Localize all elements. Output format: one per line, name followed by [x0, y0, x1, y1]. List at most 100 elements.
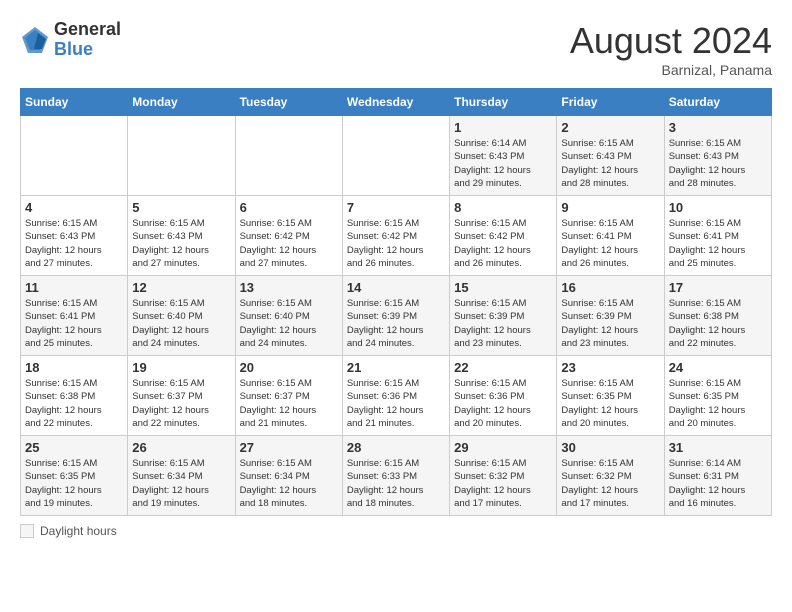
footer: Daylight hours: [20, 524, 772, 538]
day-info: Sunrise: 6:15 AM Sunset: 6:34 PM Dayligh…: [132, 457, 230, 510]
weekday-header: Wednesday: [342, 89, 449, 116]
calendar-cell: 30 Sunrise: 6:15 AM Sunset: 6:32 PM Dayli…: [557, 436, 664, 516]
calendar-week-row: 4 Sunrise: 6:15 AM Sunset: 6:43 PM Daylig…: [21, 196, 772, 276]
calendar-cell: 26 Sunrise: 6:15 AM Sunset: 6:34 PM Dayli…: [128, 436, 235, 516]
day-info: Sunrise: 6:15 AM Sunset: 6:38 PM Dayligh…: [25, 377, 123, 430]
day-info: Sunrise: 6:15 AM Sunset: 6:41 PM Dayligh…: [561, 217, 659, 270]
calendar-week-row: 1Sunrise: 6:14 AM Sunset: 6:43 PM Daylig…: [21, 116, 772, 196]
calendar-week-row: 18 Sunrise: 6:15 AM Sunset: 6:38 PM Dayli…: [21, 356, 772, 436]
calendar-cell: [21, 116, 128, 196]
calendar-cell: 8 Sunrise: 6:15 AM Sunset: 6:42 PM Daylig…: [450, 196, 557, 276]
month-title: August 2024: [570, 20, 772, 62]
day-info: Sunrise: 6:15 AM Sunset: 6:43 PM Dayligh…: [132, 217, 230, 270]
day-number: 12: [132, 280, 230, 295]
day-info: Sunrise: 6:15 AM Sunset: 6:39 PM Dayligh…: [347, 297, 445, 350]
day-info: Sunrise: 6:15 AM Sunset: 6:40 PM Dayligh…: [132, 297, 230, 350]
day-number: 24: [669, 360, 767, 375]
day-info: Sunrise: 6:15 AM Sunset: 6:41 PM Dayligh…: [669, 217, 767, 270]
logo-icon: [20, 25, 50, 55]
calendar-cell: 29 Sunrise: 6:15 AM Sunset: 6:32 PM Dayli…: [450, 436, 557, 516]
day-number: 15: [454, 280, 552, 295]
day-number: 23: [561, 360, 659, 375]
title-area: August 2024 Barnizal, Panama: [570, 20, 772, 78]
day-info: Sunrise: 6:15 AM Sunset: 6:42 PM Dayligh…: [240, 217, 338, 270]
day-number: 11: [25, 280, 123, 295]
day-number: 29: [454, 440, 552, 455]
weekday-header: Tuesday: [235, 89, 342, 116]
daylight-box: [20, 524, 34, 538]
day-number: 3: [669, 120, 767, 135]
day-number: 28: [347, 440, 445, 455]
day-number: 25: [25, 440, 123, 455]
day-number: 13: [240, 280, 338, 295]
day-number: 7: [347, 200, 445, 215]
calendar-cell: 6 Sunrise: 6:15 AM Sunset: 6:42 PM Daylig…: [235, 196, 342, 276]
logo: General Blue: [20, 20, 121, 60]
calendar-cell: 25Sunrise: 6:15 AM Sunset: 6:35 PM Dayli…: [21, 436, 128, 516]
day-info: Sunrise: 6:15 AM Sunset: 6:40 PM Dayligh…: [240, 297, 338, 350]
weekday-header-row: SundayMondayTuesdayWednesdayThursdayFrid…: [21, 89, 772, 116]
weekday-header: Sunday: [21, 89, 128, 116]
calendar-cell: [342, 116, 449, 196]
day-info: Sunrise: 6:15 AM Sunset: 6:43 PM Dayligh…: [561, 137, 659, 190]
day-info: Sunrise: 6:15 AM Sunset: 6:35 PM Dayligh…: [669, 377, 767, 430]
daylight-label: Daylight hours: [40, 524, 117, 538]
day-number: 5: [132, 200, 230, 215]
day-number: 9: [561, 200, 659, 215]
day-info: Sunrise: 6:15 AM Sunset: 6:36 PM Dayligh…: [347, 377, 445, 430]
day-info: Sunrise: 6:15 AM Sunset: 6:41 PM Dayligh…: [25, 297, 123, 350]
day-number: 18: [25, 360, 123, 375]
day-info: Sunrise: 6:15 AM Sunset: 6:36 PM Dayligh…: [454, 377, 552, 430]
day-info: Sunrise: 6:15 AM Sunset: 6:34 PM Dayligh…: [240, 457, 338, 510]
day-info: Sunrise: 6:15 AM Sunset: 6:32 PM Dayligh…: [454, 457, 552, 510]
weekday-header: Friday: [557, 89, 664, 116]
day-number: 22: [454, 360, 552, 375]
calendar-cell: 16Sunrise: 6:15 AM Sunset: 6:39 PM Dayli…: [557, 276, 664, 356]
logo-text: General Blue: [54, 20, 121, 60]
calendar-cell: 22 Sunrise: 6:15 AM Sunset: 6:36 PM Dayli…: [450, 356, 557, 436]
day-info: Sunrise: 6:15 AM Sunset: 6:35 PM Dayligh…: [561, 377, 659, 430]
day-info: Sunrise: 6:15 AM Sunset: 6:43 PM Dayligh…: [669, 137, 767, 190]
calendar-cell: 12 Sunrise: 6:15 AM Sunset: 6:40 PM Dayli…: [128, 276, 235, 356]
day-info: Sunrise: 6:15 AM Sunset: 6:39 PM Dayligh…: [561, 297, 659, 350]
calendar-cell: 7 Sunrise: 6:15 AM Sunset: 6:42 PM Daylig…: [342, 196, 449, 276]
calendar-cell: 24 Sunrise: 6:15 AM Sunset: 6:35 PM Dayli…: [664, 356, 771, 436]
day-info: Sunrise: 6:15 AM Sunset: 6:42 PM Dayligh…: [347, 217, 445, 270]
day-number: 20: [240, 360, 338, 375]
logo-blue: Blue: [54, 40, 121, 60]
calendar-cell: 21Sunrise: 6:15 AM Sunset: 6:36 PM Dayli…: [342, 356, 449, 436]
day-number: 10: [669, 200, 767, 215]
calendar-cell: 13 Sunrise: 6:15 AM Sunset: 6:40 PM Dayli…: [235, 276, 342, 356]
calendar-cell: 4Sunrise: 6:15 AM Sunset: 6:43 PM Daylig…: [21, 196, 128, 276]
day-number: 17: [669, 280, 767, 295]
calendar-cell: 18 Sunrise: 6:15 AM Sunset: 6:38 PM Dayli…: [21, 356, 128, 436]
calendar-cell: 23 Sunrise: 6:15 AM Sunset: 6:35 PM Dayli…: [557, 356, 664, 436]
day-number: 26: [132, 440, 230, 455]
day-number: 1: [454, 120, 552, 135]
calendar-cell: 28Sunrise: 6:15 AM Sunset: 6:33 PM Dayli…: [342, 436, 449, 516]
logo-general: General: [54, 20, 121, 40]
calendar-cell: 9 Sunrise: 6:15 AM Sunset: 6:41 PM Daylig…: [557, 196, 664, 276]
day-number: 30: [561, 440, 659, 455]
calendar-cell: [235, 116, 342, 196]
day-number: 2: [561, 120, 659, 135]
day-number: 6: [240, 200, 338, 215]
calendar-cell: 10 Sunrise: 6:15 AM Sunset: 6:41 PM Dayli…: [664, 196, 771, 276]
calendar-cell: 19Sunrise: 6:15 AM Sunset: 6:37 PM Dayli…: [128, 356, 235, 436]
day-number: 14: [347, 280, 445, 295]
day-info: Sunrise: 6:15 AM Sunset: 6:37 PM Dayligh…: [240, 377, 338, 430]
calendar-cell: 31Sunrise: 6:14 AM Sunset: 6:31 PM Dayli…: [664, 436, 771, 516]
day-number: 4: [25, 200, 123, 215]
calendar-table: SundayMondayTuesdayWednesdayThursdayFrid…: [20, 88, 772, 516]
day-info: Sunrise: 6:15 AM Sunset: 6:38 PM Dayligh…: [669, 297, 767, 350]
calendar-cell: 17 Sunrise: 6:15 AM Sunset: 6:38 PM Dayli…: [664, 276, 771, 356]
calendar-week-row: 11 Sunrise: 6:15 AM Sunset: 6:41 PM Dayli…: [21, 276, 772, 356]
day-info: Sunrise: 6:15 AM Sunset: 6:37 PM Dayligh…: [132, 377, 230, 430]
calendar-cell: 27Sunrise: 6:15 AM Sunset: 6:34 PM Dayli…: [235, 436, 342, 516]
day-number: 8: [454, 200, 552, 215]
weekday-header: Saturday: [664, 89, 771, 116]
day-info: Sunrise: 6:15 AM Sunset: 6:32 PM Dayligh…: [561, 457, 659, 510]
day-info: Sunrise: 6:14 AM Sunset: 6:31 PM Dayligh…: [669, 457, 767, 510]
day-info: Sunrise: 6:15 AM Sunset: 6:42 PM Dayligh…: [454, 217, 552, 270]
weekday-header: Thursday: [450, 89, 557, 116]
